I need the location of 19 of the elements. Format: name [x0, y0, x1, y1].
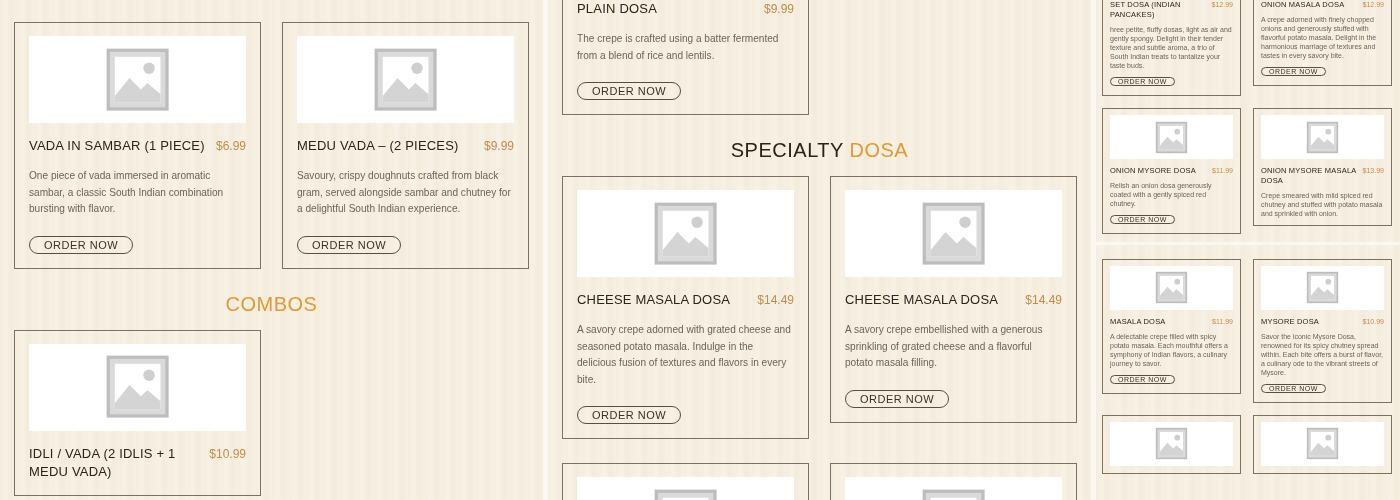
dish-title: CHEESE MASALA DOSA [845, 291, 999, 309]
dish-title: MEDU VADA – (2 PIECES) [297, 137, 459, 155]
dish-title: IDLI / VADA (2 IDLIS + 1 MEDU VADA) [29, 444, 177, 481]
dish-price: $14.49 [757, 292, 794, 309]
dish-price: $14.49 [1025, 292, 1062, 309]
dish-description: Savoury, crispy doughnuts crafted from black gram, served alongside sambar and chutney for a delightful South Indian experience. [297, 169, 512, 216]
dish-description: One piece of vada immersed in aromatic sambar, a classic South Indian combination bursting with flavor. [29, 169, 225, 216]
dish-description: The crepe is crafted using a batter fermented from a blend of rice and lentils. [577, 32, 780, 63]
dish-title: VADA IN SAMBAR (1 PIECE) [29, 137, 205, 155]
dish-description: A savory crepe adorned with grated cheese and seasoned potato masala. Indulge in the delicious fusion of textures and flavors in every bite. [577, 323, 792, 387]
section-heading: COMBOS [224, 292, 319, 316]
dish-price: $10.99 [209, 445, 246, 463]
dish-price: $6.99 [215, 138, 246, 155]
dish-title: PLAIN DOSA [577, 0, 658, 18]
dish-description: A savory crepe embellished with a generous sprinkling of grated cheese and a flavorful potato masala filling. [845, 323, 1044, 370]
dish-title: CHEESE MASALA DOSA [577, 291, 731, 309]
section-heading: SPECIALTY DOSA [729, 139, 910, 162]
dish-price: $9.99 [763, 1, 794, 18]
dish-price: $9.99 [483, 138, 514, 155]
